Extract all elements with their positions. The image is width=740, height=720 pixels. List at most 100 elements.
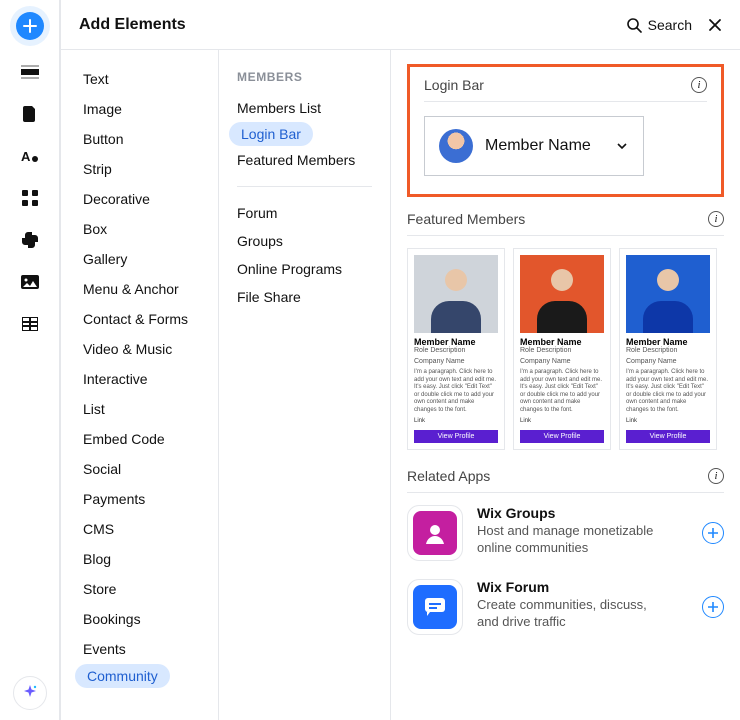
plugins-icon[interactable] [20, 230, 40, 250]
app-add-button[interactable] [702, 522, 724, 544]
info-icon[interactable]: i [691, 77, 707, 93]
app-title: Wix Groups [477, 505, 688, 521]
member-name: Member Name [620, 333, 716, 347]
category-item[interactable]: Community [75, 664, 170, 688]
app-description: Host and manage monetizable online commu… [477, 523, 657, 557]
member-role: Role Description [514, 347, 610, 354]
app-info: Wix Forum Create communities, discuss, an… [477, 579, 688, 631]
subnav-item[interactable]: Groups [219, 227, 390, 255]
app-description: Create communities, discuss, and drive t… [477, 597, 657, 631]
media-icon[interactable] [20, 272, 40, 292]
member-paragraph: I'm a paragraph. Click here to add your … [408, 365, 504, 418]
view-profile-button[interactable]: View Profile [520, 430, 604, 443]
subnav-item[interactable]: Login Bar [229, 122, 313, 146]
view-profile-button[interactable]: View Profile [626, 430, 710, 443]
left-rail: A [0, 0, 60, 720]
svg-text:A: A [21, 149, 31, 164]
close-button[interactable] [708, 18, 722, 32]
app-title: Wix Forum [477, 579, 688, 595]
member-photo [520, 255, 604, 333]
member-company: Company Name [514, 354, 610, 365]
category-item[interactable]: Button [61, 124, 218, 154]
category-list: TextImageButtonStripDecorativeBoxGallery… [61, 50, 219, 720]
category-item[interactable]: List [61, 394, 218, 424]
member-card[interactable]: Member NameRole DescriptionCompany NameI… [619, 248, 717, 450]
category-item[interactable]: Bookings [61, 604, 218, 634]
section-title-featured: Featured Members [407, 211, 525, 227]
search-icon [626, 17, 642, 33]
text-style-icon[interactable]: A [20, 146, 40, 166]
subnav: MEMBERS Members ListLogin BarFeatured Me… [219, 50, 391, 720]
category-item[interactable]: Decorative [61, 184, 218, 214]
member-paragraph: I'm a paragraph. Click here to add your … [620, 365, 716, 418]
category-item[interactable]: Payments [61, 484, 218, 514]
app-icon-tile [407, 579, 463, 635]
category-item[interactable]: Interactive [61, 364, 218, 394]
app-icon [413, 511, 457, 555]
subnav-item[interactable]: Forum [219, 199, 390, 227]
category-item[interactable]: Store [61, 574, 218, 604]
view-profile-button[interactable]: View Profile [414, 430, 498, 443]
subnav-item[interactable]: File Share [219, 283, 390, 311]
subnav-item[interactable]: Featured Members [219, 146, 390, 174]
member-card[interactable]: Member NameRole DescriptionCompany NameI… [407, 248, 505, 450]
avatar-icon [439, 129, 473, 163]
app-icon-tile [407, 505, 463, 561]
search-button[interactable]: Search [626, 17, 692, 33]
category-item[interactable]: Image [61, 94, 218, 124]
category-item[interactable]: Gallery [61, 244, 218, 274]
chevron-down-icon [615, 139, 629, 153]
member-photo [626, 255, 710, 333]
subnav-item[interactable]: Members List [219, 94, 390, 122]
member-name: Member Name [514, 333, 610, 347]
section-icon[interactable] [20, 62, 40, 82]
table-icon[interactable] [20, 314, 40, 334]
page-icon[interactable] [20, 104, 40, 124]
category-item[interactable]: Box [61, 214, 218, 244]
rail-add-button[interactable] [16, 12, 44, 40]
search-label: Search [648, 17, 692, 33]
app-add-button[interactable] [702, 596, 724, 618]
member-role: Role Description [620, 347, 716, 354]
plus-icon [708, 528, 718, 538]
member-name: Member Name [408, 333, 504, 347]
member-link: Link [408, 418, 504, 428]
category-item[interactable]: CMS [61, 514, 218, 544]
section-title-login-bar: Login Bar [424, 77, 484, 93]
app-row: Wix Forum Create communities, discuss, an… [407, 579, 724, 635]
section-login-bar: Login Bar i Member Name [407, 64, 724, 197]
category-item[interactable]: Blog [61, 544, 218, 574]
info-icon[interactable]: i [708, 468, 724, 484]
subnav-item[interactable]: Online Programs [219, 255, 390, 283]
category-item[interactable]: Strip [61, 154, 218, 184]
panel-title: Add Elements [79, 16, 186, 34]
login-bar-member-label: Member Name [485, 137, 603, 155]
subnav-heading: MEMBERS [219, 70, 390, 94]
member-company: Company Name [408, 354, 504, 365]
member-link: Link [620, 418, 716, 428]
category-item[interactable]: Text [61, 64, 218, 94]
apps-icon[interactable] [20, 188, 40, 208]
category-item[interactable]: Social [61, 454, 218, 484]
app-icon [413, 585, 457, 629]
member-paragraph: I'm a paragraph. Click here to add your … [514, 365, 610, 418]
member-link: Link [514, 418, 610, 428]
app-row: Wix Groups Host and manage monetizable on… [407, 505, 724, 561]
member-company: Company Name [620, 354, 716, 365]
member-photo [414, 255, 498, 333]
member-role: Role Description [408, 347, 504, 354]
category-item[interactable]: Embed Code [61, 424, 218, 454]
panel-header: Add Elements Search [61, 0, 740, 50]
section-title-related: Related Apps [407, 468, 490, 484]
login-bar-widget[interactable]: Member Name [424, 116, 644, 176]
close-icon [708, 18, 722, 32]
category-item[interactable]: Video & Music [61, 334, 218, 364]
sparkle-icon[interactable] [13, 676, 47, 710]
category-item[interactable]: Events [61, 634, 218, 664]
category-item[interactable]: Menu & Anchor [61, 274, 218, 304]
info-icon[interactable]: i [708, 211, 724, 227]
plus-icon [23, 19, 37, 33]
category-item[interactable]: Contact & Forms [61, 304, 218, 334]
member-card[interactable]: Member NameRole DescriptionCompany NameI… [513, 248, 611, 450]
app-info: Wix Groups Host and manage monetizable on… [477, 505, 688, 557]
